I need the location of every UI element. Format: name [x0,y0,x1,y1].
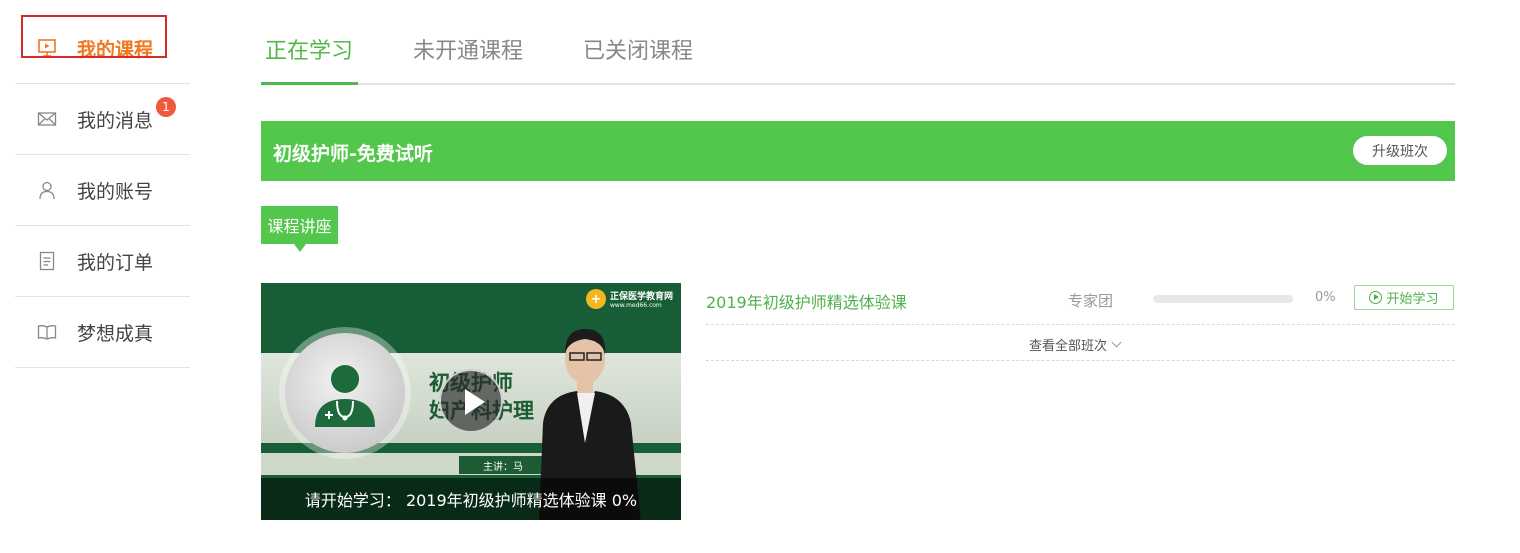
lesson-progress-text: 0% [1315,290,1336,305]
sidebar-item-label: 我的消息 [77,109,154,132]
envelope-icon [37,109,57,129]
logo-url: www.med66.com [609,302,662,309]
view-all-label: 查看全部班次 [1029,339,1108,354]
tab-studying[interactable]: 正在学习 [265,33,353,65]
section-tag: 课程讲座 [261,206,338,252]
active-tab-underline [261,82,358,85]
sidebar-item-my-orders[interactable]: 我的订单 [15,226,190,297]
tab-not-activated[interactable]: 未开通课程 [413,33,523,65]
logo-mark-icon: + [585,289,606,309]
course-title: 初级护师-免费试听 [273,143,433,165]
video-thumbnail[interactable]: 初级护师 妇产科护理 + 正保医学教育网 www.med66.com 主讲：马 … [261,283,681,520]
play-button[interactable] [439,369,503,433]
sidebar-item-label: 我的订单 [77,251,154,274]
sidebar-item-my-messages[interactable]: 我的消息 1 [15,84,190,155]
course-tabs: 正在学习 未开通课程 已关闭课程 [261,0,1455,85]
message-count-badge: 1 [156,97,176,117]
logo-text: 正保医学教育网 [609,292,673,302]
course-header: 初级护师-免费试听 升级班次 [261,121,1455,181]
brand-logo: + 正保医学教育网 www.med66.com [585,289,673,309]
sidebar: 我的课程 我的消息 1 我的账号 我的订单 梦想成真 [15,13,190,368]
view-all-row: 查看全部班次 [706,325,1455,361]
document-icon [37,251,57,271]
lesson-row: 2019年初级护师精选体验课 专家团 0% 开始学习 [706,284,1455,325]
lesson-teacher: 专家团 [1068,292,1114,310]
play-circle-icon [1369,291,1383,304]
nurse-icon [315,365,375,427]
upgrade-class-button[interactable]: 升级班次 [1353,136,1447,165]
view-all-classes-link[interactable]: 查看全部班次 [1029,335,1122,354]
sidebar-item-dream-come-true[interactable]: 梦想成真 [15,297,190,368]
start-learning-label: 开始学习 [1386,292,1439,307]
user-icon [37,180,57,200]
active-item-highlight [21,15,167,58]
video-caption: 请开始学习： 2019年初级护师精选体验课 0% [261,478,681,520]
chevron-down-icon [1111,337,1122,348]
tab-closed[interactable]: 已关闭课程 [583,33,693,65]
lesson-name-link[interactable]: 2019年初级护师精选体验课 [706,289,907,313]
sidebar-item-my-account[interactable]: 我的账号 [15,155,190,226]
start-learning-button[interactable]: 开始学习 [1354,285,1454,310]
open-book-icon [37,322,57,342]
lesson-progress-bar [1153,295,1293,303]
sidebar-item-label: 我的账号 [77,180,154,203]
sidebar-item-label: 梦想成真 [77,322,154,345]
